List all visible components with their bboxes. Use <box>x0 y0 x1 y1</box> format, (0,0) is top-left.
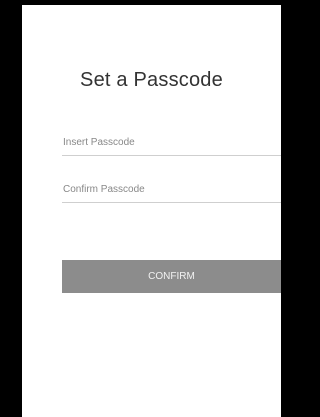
confirm-passcode-input[interactable] <box>62 176 282 202</box>
app-frame: Set a Passcode CONFIRM <box>0 0 303 417</box>
confirm-passcode-field <box>62 176 282 203</box>
confirm-button[interactable]: CONFIRM <box>62 260 281 293</box>
insert-passcode-input[interactable] <box>62 129 282 155</box>
passcode-panel: Set a Passcode CONFIRM <box>22 5 282 417</box>
insert-passcode-field <box>62 129 282 156</box>
page-title: Set a Passcode <box>80 69 223 91</box>
